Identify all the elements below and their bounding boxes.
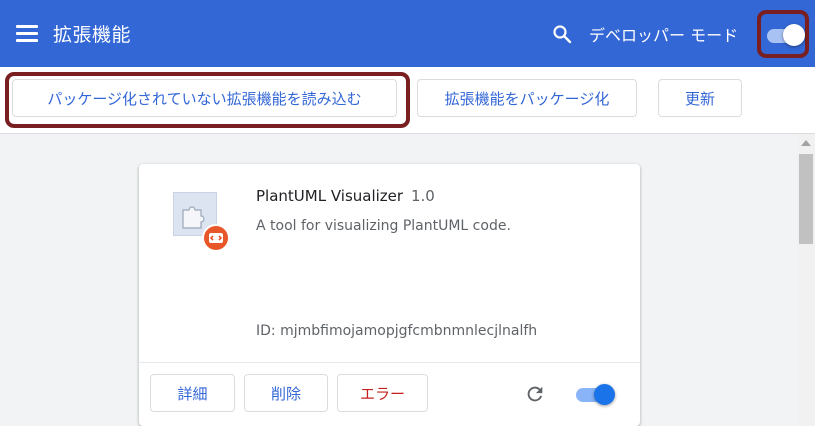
scroll-up-arrow-icon[interactable] [801,140,811,146]
extension-card: PlantUML Visualizer 1.0 A tool for visua… [139,164,640,426]
developer-mode-label: デベロッパー モード [589,26,739,45]
update-label: 更新 [684,89,715,108]
developer-mode-toggle-knob[interactable] [783,24,805,46]
remove-button[interactable]: 削除 [244,374,328,412]
extension-description: A tool for visualizing PlantUML code. [256,218,511,234]
card-divider [139,362,640,363]
extension-version: 1.0 [411,187,435,205]
errors-label: エラー [359,384,405,403]
header-bar: 拡張機能 デベロッパー モード [0,0,815,67]
load-unpacked-label: パッケージ化されていない拡張機能を読み込む [47,89,362,108]
developer-mode-highlight [757,10,809,58]
unpacked-badge-icon [202,224,230,252]
update-button[interactable]: 更新 [658,79,742,117]
extension-name: PlantUML Visualizer [256,187,404,205]
remove-label: 削除 [270,384,301,403]
errors-button[interactable]: エラー [337,374,428,412]
page-title: 拡張機能 [53,24,132,46]
pack-extension-button[interactable]: 拡張機能をパッケージ化 [417,79,637,117]
extension-id: ID: mjmbfimojamopjgfcmbnmnlecjlnalfh [256,323,538,339]
search-icon[interactable] [552,24,572,44]
details-label: 詳細 [177,384,208,403]
load-unpacked-button[interactable]: パッケージ化されていない拡張機能を読み込む [12,79,397,117]
hamburger-menu-icon[interactable] [16,25,38,43]
scrollbar-thumb[interactable] [799,154,813,244]
reload-icon[interactable] [524,383,546,405]
details-button[interactable]: 詳細 [150,374,235,412]
developer-toolbar: パッケージ化されていない拡張機能を読み込む 拡張機能をパッケージ化 更新 [0,67,815,134]
badge-graphic [209,233,223,243]
vertical-scrollbar[interactable] [797,134,815,425]
extension-enable-toggle-knob[interactable] [594,384,615,405]
pack-extension-label: 拡張機能をパッケージ化 [444,89,610,108]
